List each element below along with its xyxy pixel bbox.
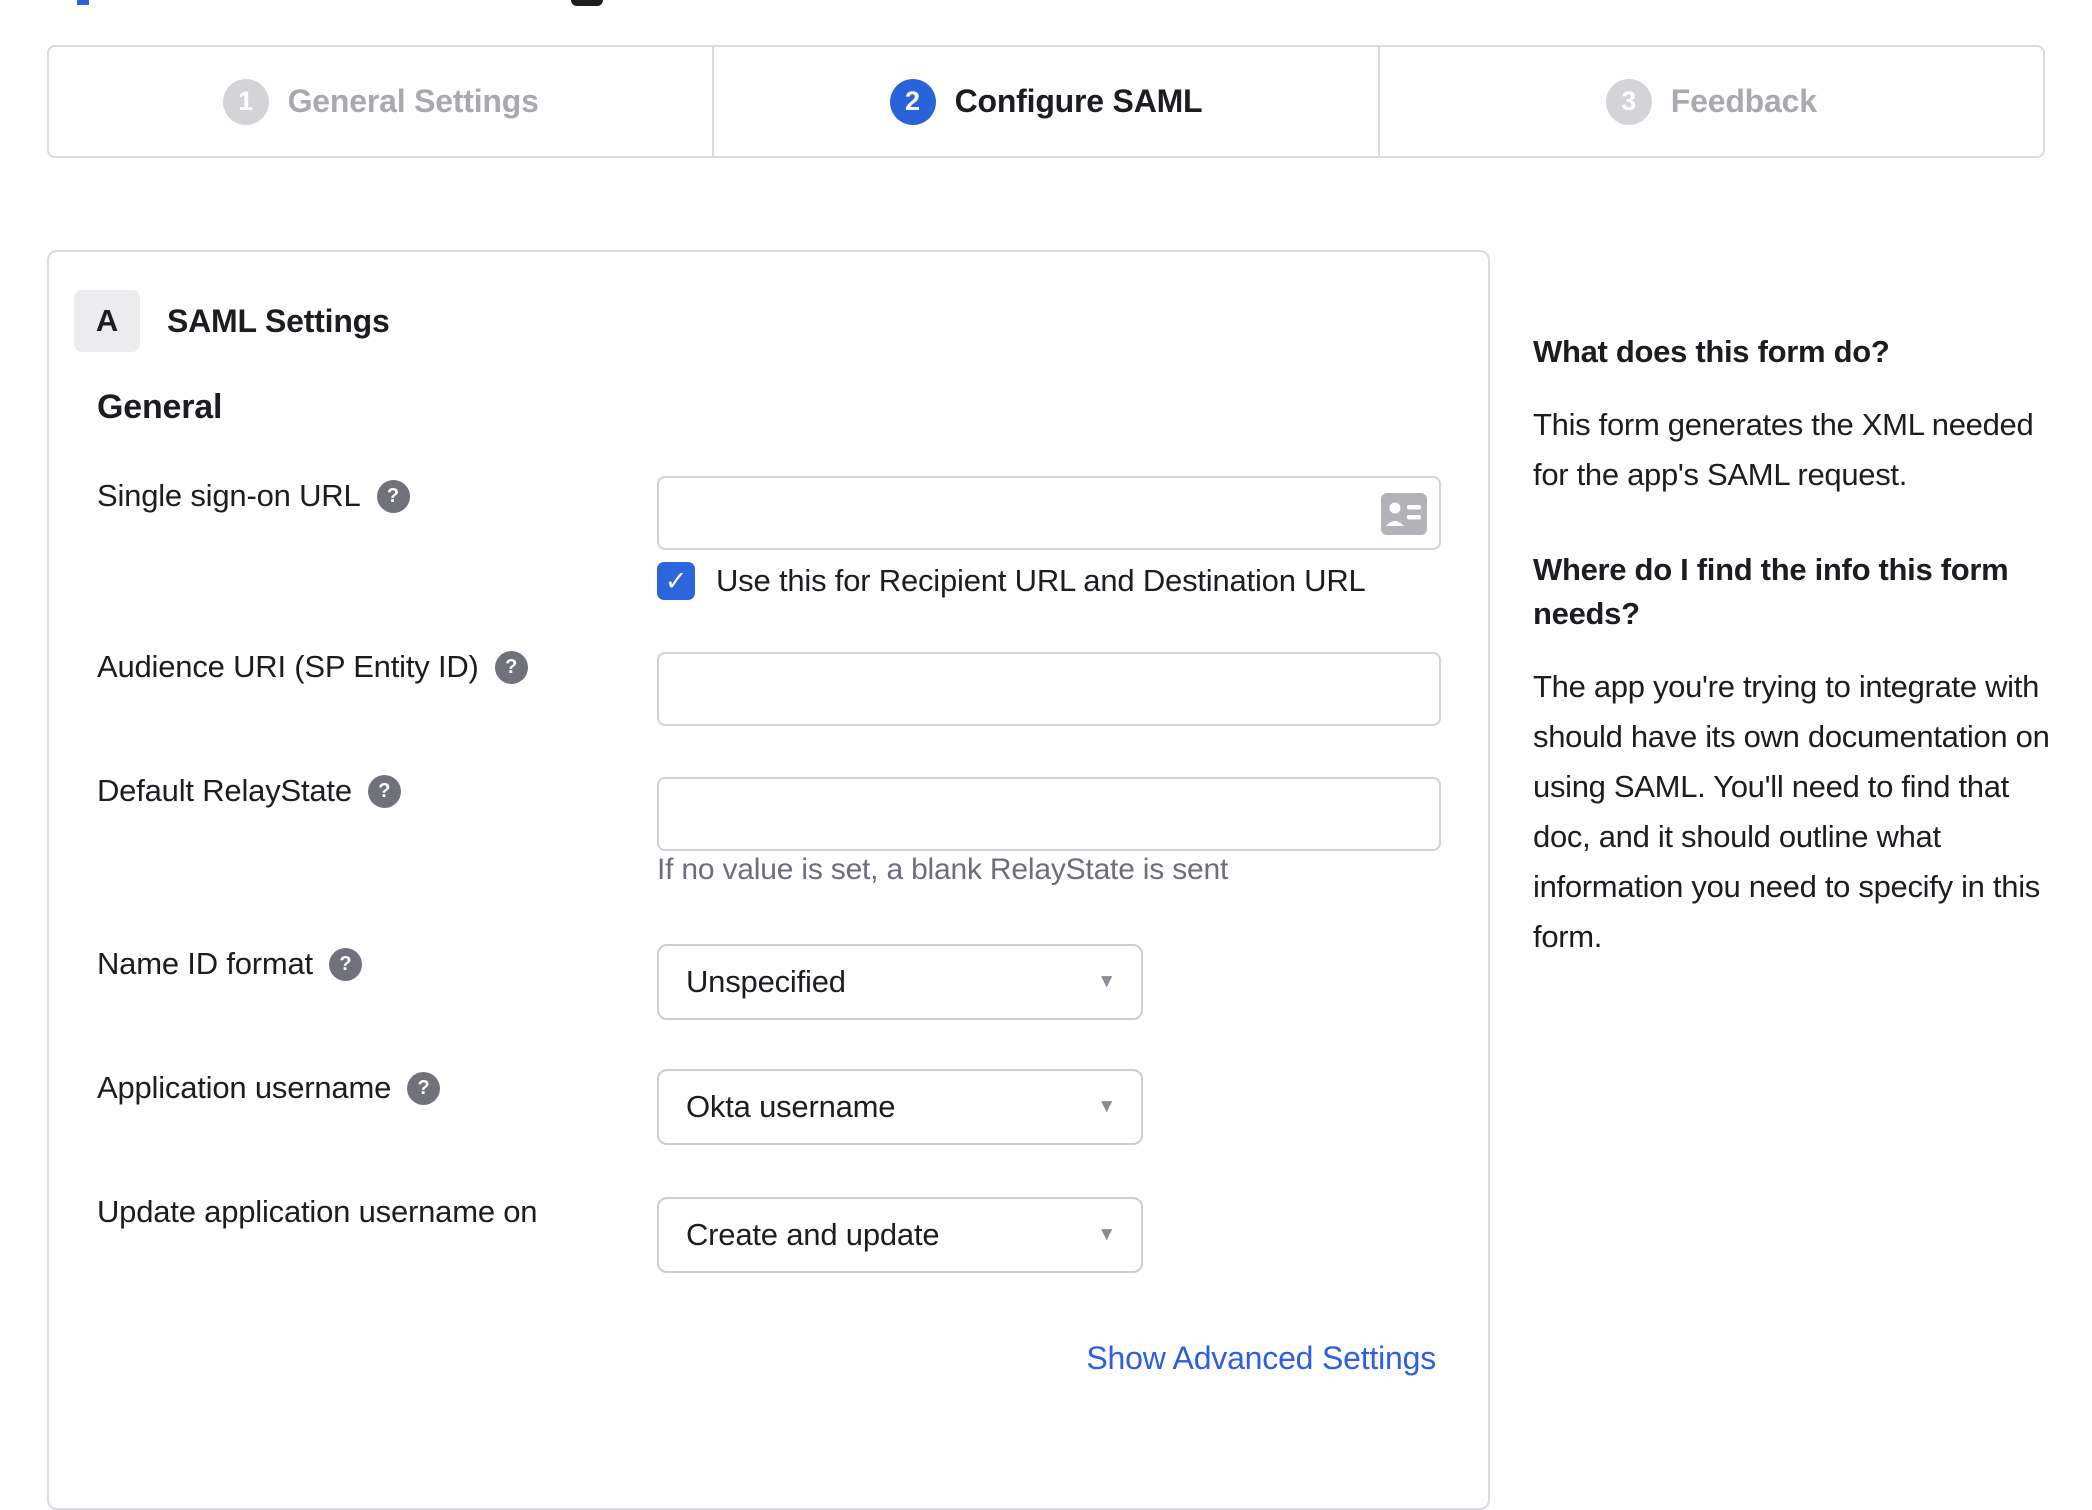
field-label-text: Application username [97,1070,392,1105]
update-username-on-select[interactable]: Create and update ▼ [657,1197,1143,1273]
name-id-format-label: Name ID format ? [97,946,362,982]
field-label-text: Single sign-on URL [97,478,361,513]
contact-card-icon[interactable] [1381,493,1427,535]
cropped-title-fragment [77,0,89,5]
audience-uri-input[interactable] [657,652,1441,726]
help-icon[interactable]: ? [376,479,410,513]
application-username-select[interactable]: Okta username ▼ [657,1069,1143,1145]
wizard-stepper: 1 General Settings 2 Configure SAML 3 Fe… [47,45,2045,158]
sidebar-paragraph-what: This form generates the XML needed for t… [1533,407,2034,492]
panel-header: A SAML Settings [74,290,390,352]
sidebar-heading-where: Where do I find the info this form needs… [1533,552,2009,631]
default-relaystate-label: Default RelayState ? [97,773,401,809]
default-relaystate-input[interactable] [657,777,1441,851]
sidebar-paragraph-where: The app you're trying to integrate with … [1533,669,2050,954]
help-icon[interactable]: ? [407,1071,441,1105]
field-label-text: Update application username on [97,1194,538,1229]
cropped-title-fragment [571,0,603,6]
section-a-badge: A [74,290,140,352]
field-label-text: Audience URI (SP Entity ID) [97,649,479,684]
select-value: Unspecified [686,964,846,999]
sso-url-input[interactable] [657,476,1441,550]
chevron-down-icon: ▼ [1097,1096,1116,1117]
help-icon[interactable]: ? [367,774,401,808]
step-number-badge: 2 [889,78,936,125]
recipient-url-checkbox-row: ✓ Use this for Recipient URL and Destina… [657,562,1366,600]
step-feedback[interactable]: 3 Feedback [1377,47,2043,156]
chevron-down-icon: ▼ [1097,1224,1116,1245]
help-icon[interactable]: ? [328,947,362,981]
recipient-url-checkbox-label: Use this for Recipient URL and Destinati… [716,563,1366,598]
step-label: Feedback [1670,83,1817,119]
general-section-heading: General [97,388,223,426]
sso-url-label: Single sign-on URL ? [97,478,410,514]
field-label-text: Default RelayState [97,773,352,808]
step-label: General Settings [287,83,539,119]
relaystate-helper-text: If no value is set, a blank RelayState i… [657,853,1229,886]
application-username-label: Application username ? [97,1070,441,1106]
show-advanced-settings-link[interactable]: Show Advanced Settings [1086,1340,1436,1377]
panel-title: SAML Settings [167,302,390,339]
help-sidebar: What does this form do? This form genera… [1533,330,2063,1010]
step-general-settings[interactable]: 1 General Settings [49,47,712,156]
recipient-url-checkbox[interactable]: ✓ [657,562,695,600]
configure-saml-page: 1 General Settings 2 Configure SAML 3 Fe… [0,0,2092,1510]
step-label: Configure SAML [954,83,1203,119]
name-id-format-select[interactable]: Unspecified ▼ [657,944,1143,1020]
sidebar-heading-what: What does this form do? [1533,334,1890,369]
step-configure-saml[interactable]: 2 Configure SAML [712,47,1377,156]
saml-settings-panel: A SAML Settings General Single sign-on U… [47,250,1490,1510]
help-icon[interactable]: ? [494,650,528,684]
field-label-text: Name ID format [97,946,313,981]
step-number-badge: 1 [222,78,269,125]
select-value: Create and update [686,1217,940,1252]
step-number-badge: 3 [1605,78,1652,125]
audience-uri-label: Audience URI (SP Entity ID) ? [97,649,528,685]
select-value: Okta username [686,1089,896,1124]
update-username-on-label: Update application username on [97,1194,538,1230]
chevron-down-icon: ▼ [1097,971,1116,992]
